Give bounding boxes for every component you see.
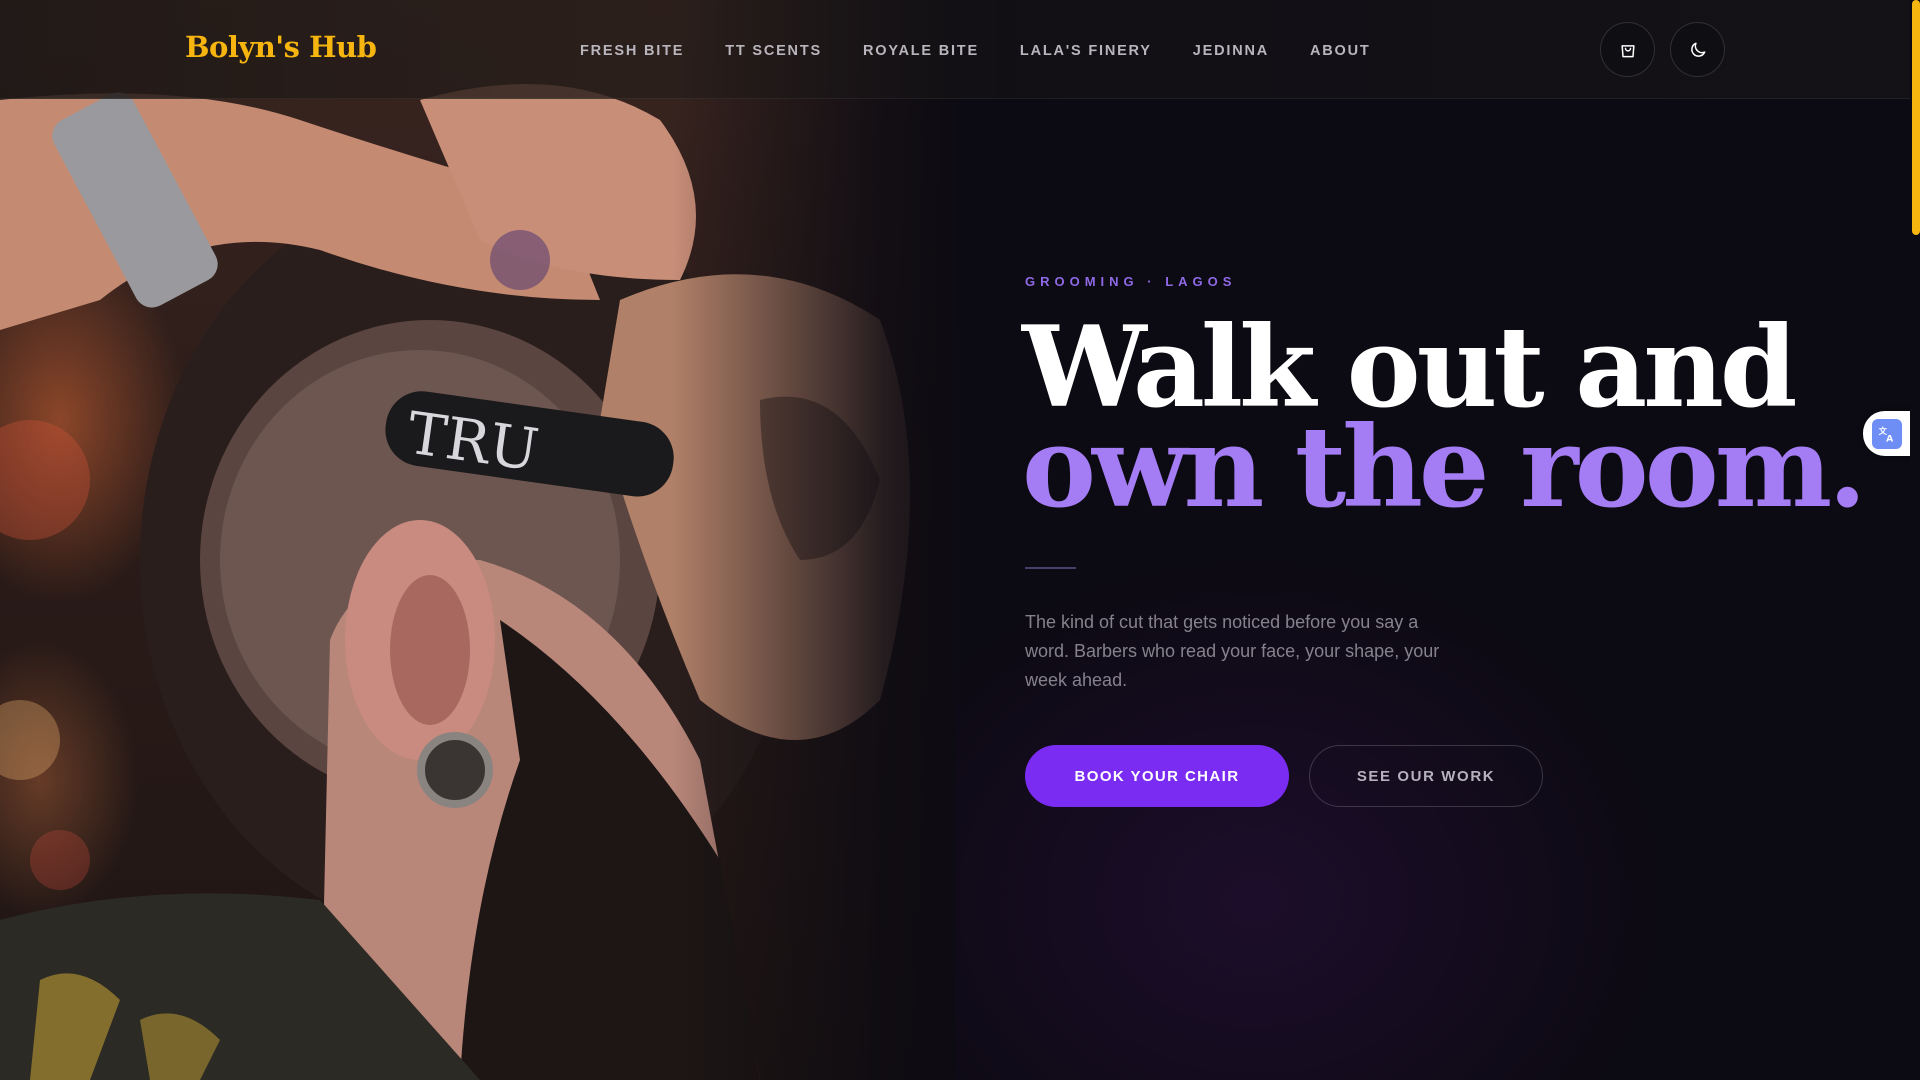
site-logo[interactable]: Bolyn's Hub — [185, 30, 377, 64]
nav-jedinna[interactable]: JEDINNA — [1193, 43, 1269, 59]
main-nav: FRESH BITE TT SCENTS ROYALE BITE LALA'S … — [580, 43, 1412, 59]
hero-headline: Walk out and own the room. — [1022, 313, 1867, 533]
nav-tt-scents[interactable]: TT SCENTS — [725, 43, 822, 59]
divider — [1025, 567, 1076, 569]
nav-fresh-bite[interactable]: FRESH BITE — [580, 43, 684, 59]
barber-illustration: TRU — [0, 84, 910, 1080]
cart-button[interactable] — [1600, 22, 1655, 77]
hero-lead: The kind of cut that gets noticed before… — [1025, 612, 1440, 690]
see-work-button[interactable]: SEE OUR WORK — [1309, 745, 1543, 807]
nav-royale-bite[interactable]: ROYALE BITE — [863, 43, 979, 59]
headline-line-2: own the room. — [1022, 403, 1867, 533]
translate-icon: 文 A — [1872, 418, 1902, 449]
svg-text:A: A — [1886, 433, 1894, 444]
hero-eyebrow: GROOMING · LAGOS — [1025, 274, 1237, 289]
site-header: Bolyn's Hub FRESH BITE TT SCENTS ROYALE … — [0, 0, 1920, 99]
scrollbar[interactable] — [1910, 0, 1920, 1080]
theme-toggle-button[interactable] — [1670, 22, 1725, 77]
scrollbar-thumb[interactable] — [1912, 0, 1920, 235]
hero-photo: TRU — [0, 0, 960, 1080]
book-chair-button[interactable]: BOOK YOUR CHAIR — [1025, 745, 1289, 807]
translate-widget[interactable]: 文 A — [1863, 411, 1911, 456]
nav-lalas-finery[interactable]: LALA'S FINERY — [1020, 43, 1152, 59]
shopping-bag-icon — [1620, 44, 1635, 57]
moon-icon — [1690, 42, 1705, 57]
hero-panel — [955, 0, 1920, 1080]
nav-about[interactable]: ABOUT — [1310, 43, 1371, 59]
